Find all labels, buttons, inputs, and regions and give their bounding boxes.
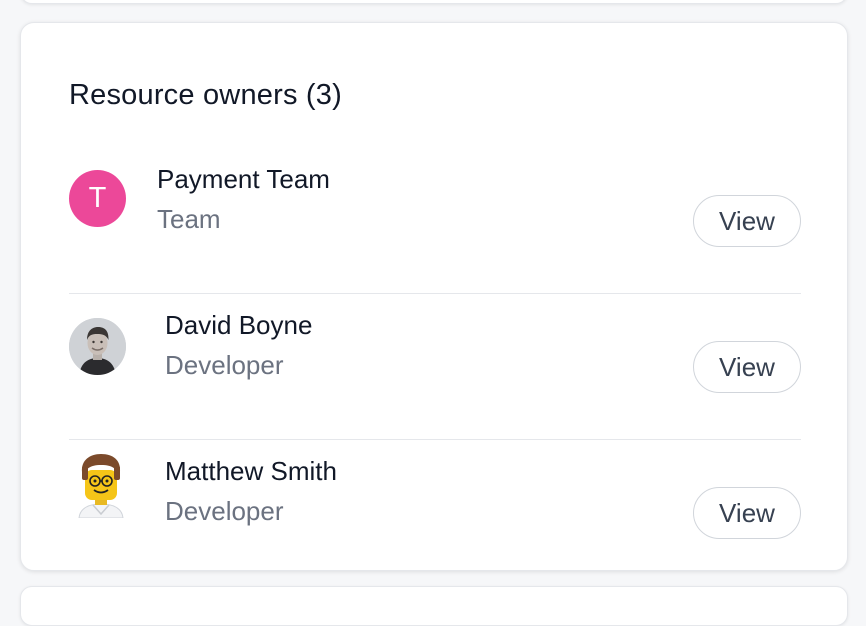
avatar: T bbox=[69, 170, 126, 227]
view-button[interactable]: View bbox=[693, 487, 801, 539]
resource-owners-card: Resource owners (3) T Payment Team Team … bbox=[20, 22, 848, 571]
section-title: Resource owners (3) bbox=[69, 79, 342, 111]
owner-name: David Boyne bbox=[165, 310, 313, 340]
user-photo-icon bbox=[69, 318, 126, 375]
owner-role: Developer bbox=[165, 496, 284, 526]
owner-role: Developer bbox=[165, 350, 284, 380]
previous-card bbox=[20, 0, 848, 4]
avatar-initial: T bbox=[88, 182, 107, 214]
view-button[interactable]: View bbox=[693, 195, 801, 247]
owner-name: Matthew Smith bbox=[165, 456, 337, 486]
view-button[interactable]: View bbox=[693, 341, 801, 393]
owner-row: David Boyne Developer View bbox=[69, 294, 801, 440]
owner-row: Matthew Smith Developer View bbox=[69, 440, 801, 586]
owner-role: Team bbox=[157, 204, 221, 234]
owner-row: T Payment Team Team View bbox=[69, 148, 801, 294]
lego-figure-icon bbox=[75, 452, 127, 519]
next-card bbox=[20, 586, 848, 626]
owner-name: Payment Team bbox=[157, 164, 330, 194]
